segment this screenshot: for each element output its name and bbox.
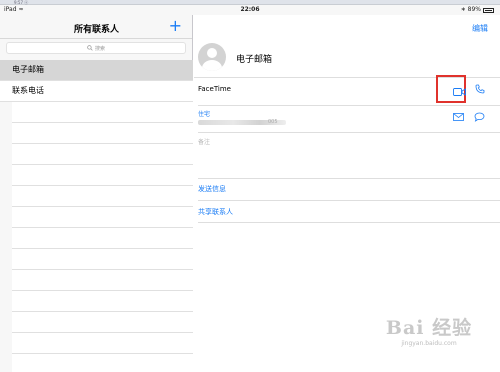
notes-label[interactable]: 备注 <box>198 137 210 146</box>
divider <box>198 178 500 179</box>
add-contact-button[interactable]: + <box>169 17 182 35</box>
sidebar-title: 所有联系人 <box>73 25 119 35</box>
list-item <box>12 102 193 123</box>
contact-row-email[interactable]: 电子邮箱 <box>0 60 193 81</box>
status-bar: iPad ≈ 22:06 ∗ 89% <box>0 5 500 15</box>
list-item <box>12 312 193 333</box>
contact-row-phone[interactable]: 联系电话 <box>0 81 193 102</box>
list-item <box>12 144 193 165</box>
list-item <box>12 249 193 270</box>
battery-percent: 89% <box>467 6 481 13</box>
list-item <box>12 186 193 207</box>
home-value-tail: 005 <box>268 119 278 125</box>
facetime-label: FaceTime <box>198 85 231 93</box>
contact-name: 电子邮箱 <box>236 55 273 65</box>
avatar-body <box>202 60 222 71</box>
list-item <box>12 291 193 312</box>
search-icon <box>87 45 93 51</box>
status-right: ∗ 89% <box>461 5 494 15</box>
mail-icon[interactable] <box>453 113 464 121</box>
divider <box>198 105 500 106</box>
contact-list: 电子邮箱 联系电话 <box>0 60 193 372</box>
status-time: 22:06 <box>240 6 260 13</box>
divider <box>198 222 500 223</box>
list-item <box>12 207 193 228</box>
sidebar-navbar: 所有联系人 + <box>0 15 192 39</box>
home-phone-value[interactable]: 005 <box>198 119 288 126</box>
contacts-sidebar: 所有联系人 + 搜索 电子邮箱 联系电话 <box>0 15 193 372</box>
send-message-link[interactable]: 发送信息 <box>198 184 226 194</box>
message-icon[interactable] <box>474 112 485 122</box>
battery-icon <box>483 7 494 13</box>
video-call-icon[interactable] <box>453 88 466 96</box>
phone-icon[interactable] <box>475 84 485 94</box>
share-contact-link[interactable]: 共享联系人 <box>198 207 233 217</box>
list-item <box>12 270 193 291</box>
avatar-head <box>207 48 217 58</box>
list-item <box>12 333 193 354</box>
bluetooth-icon: ∗ <box>460 6 466 13</box>
list-item <box>12 354 193 372</box>
home-label: 住宅 <box>198 111 211 118</box>
list-item <box>12 228 193 249</box>
edit-button[interactable]: 编辑 <box>472 23 488 34</box>
watermark-main: Bai 经验 <box>385 317 473 339</box>
search-input[interactable]: 搜索 <box>6 42 186 54</box>
divider <box>198 200 500 201</box>
list-item <box>12 165 193 186</box>
watermark: Bai 经验 jingyan.baidu.com <box>374 313 484 363</box>
watermark-sub: jingyan.baidu.com <box>401 340 457 347</box>
avatar-icon <box>198 43 226 71</box>
search-placeholder: 搜索 <box>94 45 105 52</box>
divider <box>198 132 500 133</box>
list-item <box>12 123 193 144</box>
